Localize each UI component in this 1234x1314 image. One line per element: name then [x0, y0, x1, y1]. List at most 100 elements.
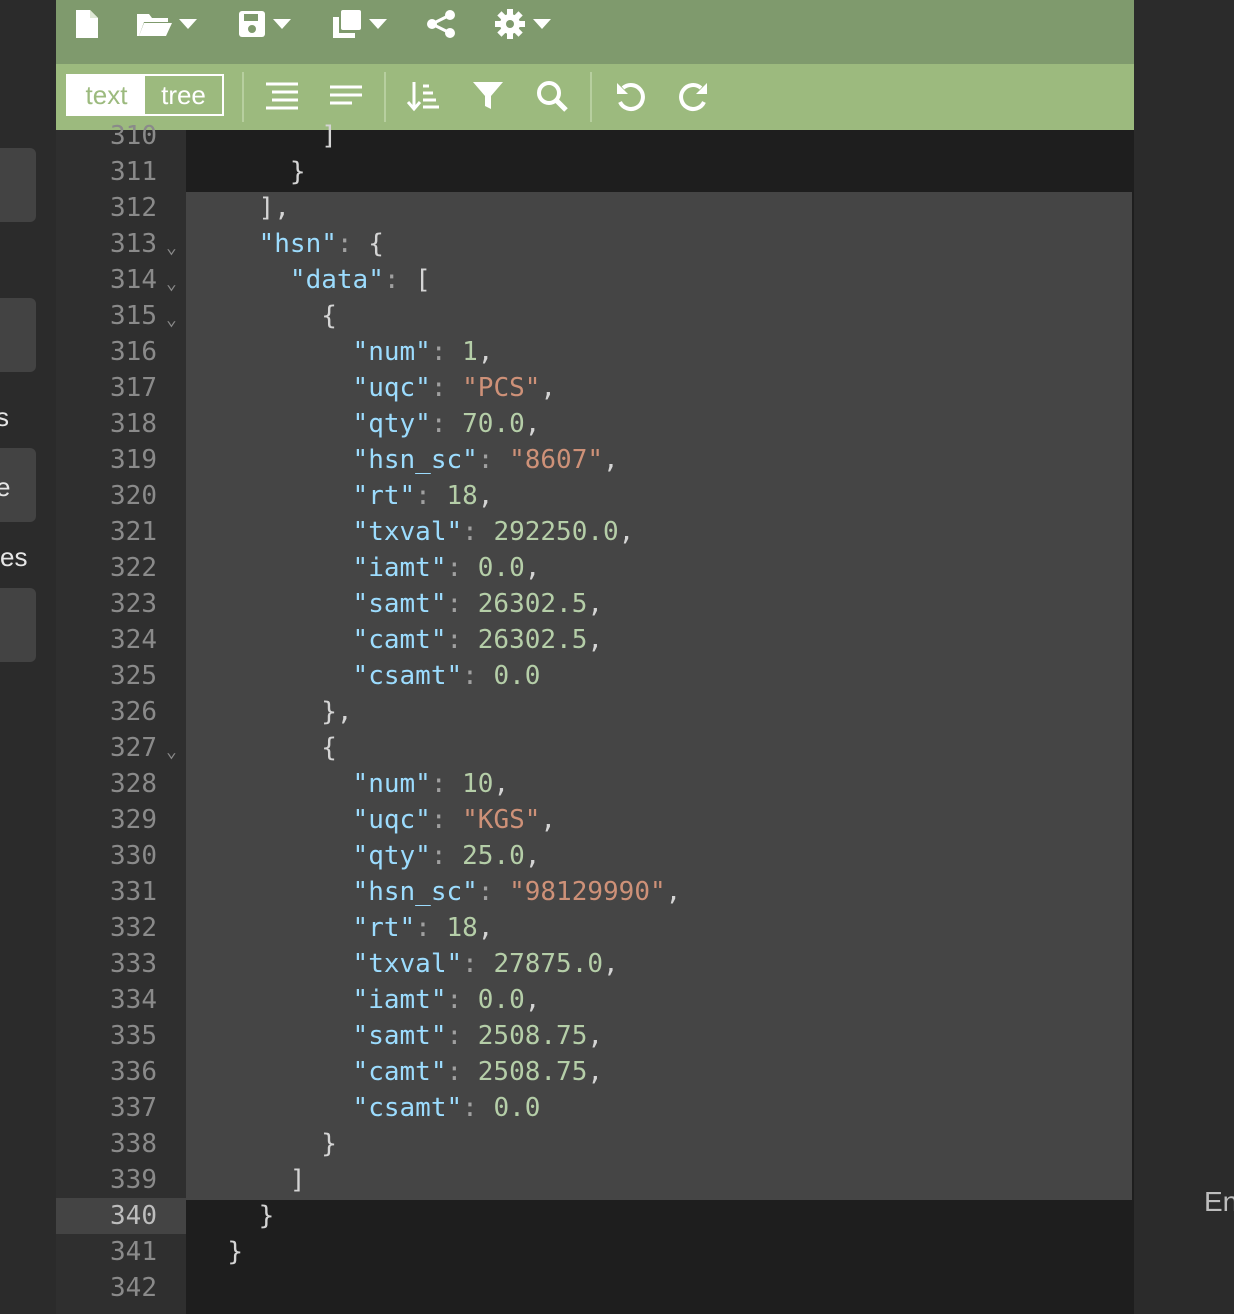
line-number: 316	[110, 337, 157, 367]
code-line[interactable]: 329 "uqc": "KGS",	[56, 802, 1134, 838]
line-number: 329	[110, 805, 157, 835]
json-editor: text tree 310 ] 311 } 312], 313 ⌄ "hsn"…	[56, 0, 1134, 1314]
code-text: "iamt": 0.0,	[352, 985, 541, 1015]
code-line[interactable]: 316 "num": 1,	[56, 334, 1134, 370]
code-line[interactable]: 319 "hsn_sc": "8607",	[56, 442, 1134, 478]
sort-button[interactable]	[404, 76, 444, 116]
line-number: 335	[110, 1021, 157, 1051]
line-number: 313	[110, 229, 157, 259]
code-line[interactable]: 337 "csamt": 0.0	[56, 1090, 1134, 1126]
line-number: 312	[110, 193, 157, 223]
code-text: "camt": 26302.5,	[352, 625, 604, 655]
code-text: }	[227, 1237, 243, 1267]
code-text: "num": 10,	[352, 769, 510, 799]
left-panel-label-e: e	[0, 472, 11, 502]
line-number: 314	[110, 265, 157, 295]
fold-chevron-icon[interactable]: ⌄	[166, 302, 177, 338]
line-number: 324	[110, 625, 157, 655]
code-line[interactable]: 331 "hsn_sc": "98129990",	[56, 874, 1134, 910]
copy-icon	[333, 10, 361, 38]
code-line[interactable]: 336 "camt": 2508.75,	[56, 1054, 1134, 1090]
share-button[interactable]	[426, 0, 456, 48]
line-number: 317	[110, 373, 157, 403]
code-line[interactable]: 333 "txval": 27875.0,	[56, 946, 1134, 982]
folder-open-icon	[137, 14, 172, 36]
save-button[interactable]	[238, 0, 292, 48]
share-icon	[427, 10, 455, 38]
code-line[interactable]: 317 "uqc": "PCS",	[56, 370, 1134, 406]
settings-button[interactable]	[494, 0, 552, 48]
code-text: }	[289, 157, 306, 187]
toolbar-separator	[590, 72, 592, 122]
line-number: 342	[110, 1273, 157, 1303]
line-number: 336	[110, 1057, 157, 1087]
undo-icon	[617, 83, 645, 111]
code-line[interactable]: 318 "qty": 70.0,	[56, 406, 1134, 442]
fold-chevron-icon[interactable]: ⌄	[166, 266, 177, 302]
line-number: 338	[110, 1129, 157, 1159]
line-number: 328	[110, 769, 157, 799]
left-panel-label-es: es	[0, 542, 28, 572]
code-line[interactable]: 321 "txval": 292250.0,	[56, 514, 1134, 550]
fold-chevron-icon[interactable]: ⌄	[166, 734, 177, 770]
line-number: 322	[110, 553, 157, 583]
code-line[interactable]: 341 }	[56, 1234, 1134, 1270]
code-text: "camt": 2508.75,	[352, 1057, 604, 1087]
format-button[interactable]	[262, 76, 302, 116]
code-line[interactable]: 334 "iamt": 0.0,	[56, 982, 1134, 1018]
compact-button[interactable]	[326, 76, 366, 116]
code-line[interactable]: 342	[56, 1270, 1134, 1306]
code-line[interactable]: 327 ⌄ {	[56, 730, 1134, 766]
open-button[interactable]	[136, 0, 198, 48]
code-text: ]	[321, 121, 337, 151]
line-number: 332	[110, 913, 157, 943]
code-line[interactable]: 332 "rt": 18,	[56, 910, 1134, 946]
code-line[interactable]: 312 ],	[56, 190, 1134, 226]
fold-chevron-icon[interactable]: ⌄	[166, 230, 177, 266]
mode-tree-button[interactable]: tree	[145, 76, 222, 114]
gear-icon	[495, 9, 525, 39]
code-line[interactable]: 326 },	[56, 694, 1134, 730]
left-panel-button-2[interactable]	[0, 298, 36, 372]
code-line[interactable]: 339 ]	[56, 1162, 1134, 1198]
code-line[interactable]: 315 ⌄ {	[56, 298, 1134, 334]
code-line[interactable]: 340 }	[56, 1198, 1134, 1234]
code-line[interactable]: 330 "qty": 25.0,	[56, 838, 1134, 874]
code-text: }	[258, 1201, 275, 1231]
code-text: "hsn_sc": "98129990",	[352, 877, 682, 907]
filter-button[interactable]	[468, 76, 508, 116]
line-number: 334	[110, 985, 157, 1015]
code-line[interactable]: 328 "num": 10,	[56, 766, 1134, 802]
mode-text-button[interactable]: text	[68, 76, 145, 114]
code-line[interactable]: 320 "rt": 18,	[56, 478, 1134, 514]
code-text: {	[321, 733, 337, 763]
mode-switch: text tree	[66, 74, 224, 116]
code-text: "uqc": "PCS",	[352, 373, 557, 403]
code-line[interactable]: 311 }	[56, 154, 1134, 190]
left-panel-button-4[interactable]	[0, 588, 36, 662]
code-text: "data": [	[289, 265, 431, 295]
code-line[interactable]: 314 ⌄ "data": [	[56, 262, 1134, 298]
left-panel-button-1[interactable]	[0, 148, 36, 222]
code-line[interactable]: 310 ]	[56, 118, 1134, 154]
code-line[interactable]: 324 "camt": 26302.5,	[56, 622, 1134, 658]
code-text: "rt": 18,	[352, 913, 494, 943]
line-number: 325	[110, 661, 157, 691]
search-button[interactable]	[532, 76, 572, 116]
undo-button[interactable]	[610, 76, 650, 116]
code-line[interactable]: 338 }	[56, 1126, 1134, 1162]
code-line[interactable]: 325 "csamt": 0.0	[56, 658, 1134, 694]
code-line[interactable]: 335 "samt": 2508.75,	[56, 1018, 1134, 1054]
code-text: "uqc": "KGS",	[352, 805, 557, 835]
line-number: 333	[110, 949, 157, 979]
line-number: 321	[110, 517, 157, 547]
code-text: ]	[289, 1165, 306, 1195]
code-line[interactable]: 322 "iamt": 0.0,	[56, 550, 1134, 586]
left-panel-label-s: s	[0, 402, 9, 432]
redo-icon	[679, 83, 707, 111]
redo-button[interactable]	[674, 76, 714, 116]
code-line[interactable]: 323 "samt": 26302.5,	[56, 586, 1134, 622]
copy-button[interactable]	[332, 0, 388, 48]
new-file-button[interactable]	[74, 0, 100, 48]
code-line[interactable]: 313 ⌄ "hsn": {	[56, 226, 1134, 262]
